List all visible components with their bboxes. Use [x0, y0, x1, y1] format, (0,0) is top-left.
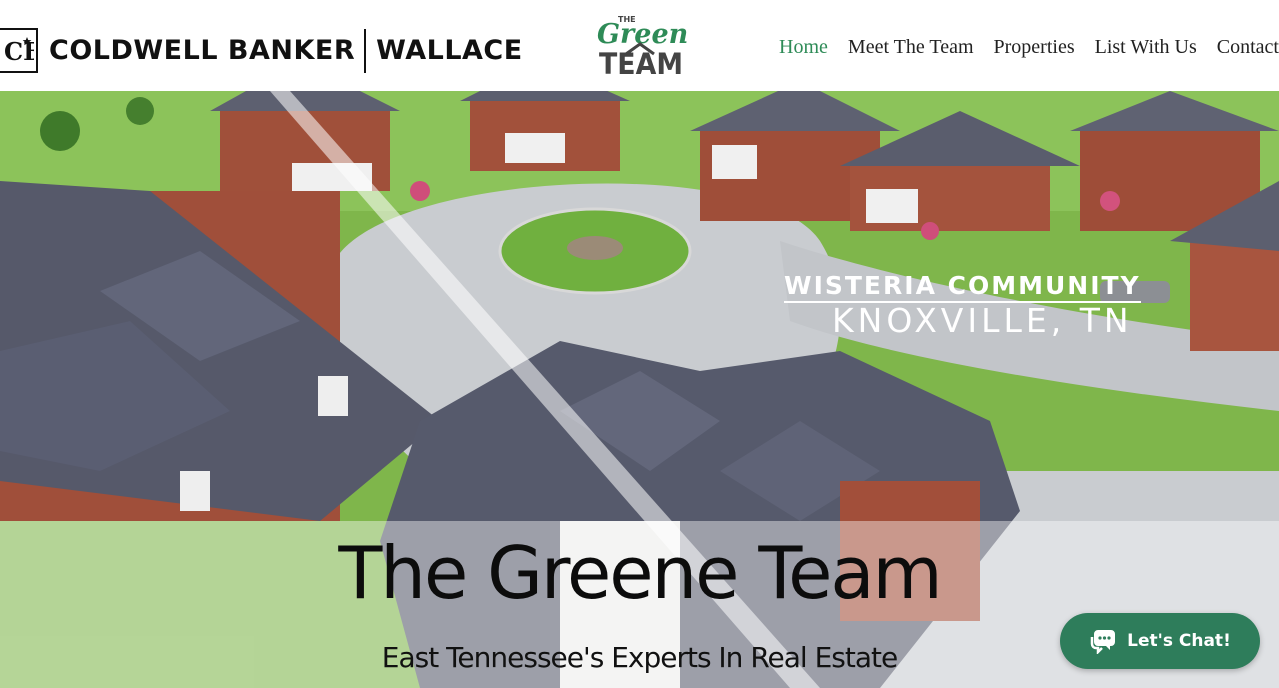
cb-monogram-graphic: CB — [4, 36, 34, 66]
brand-office: WALLACE — [376, 35, 523, 66]
video-caption-community: WISTERIA COMMUNITY — [784, 271, 1141, 303]
cb-monogram-icon: CB — [0, 28, 38, 73]
chat-label: Let's Chat! — [1127, 631, 1231, 651]
svg-text:TEAM: TEAM — [599, 47, 683, 78]
nav-contact[interactable]: Contact — [1217, 36, 1279, 59]
video-caption-location: KNOXVILLE, TN — [832, 301, 1133, 340]
greene-team-logo-graphic: THE Greene TEAM — [597, 15, 705, 81]
nav-properties[interactable]: Properties — [994, 36, 1075, 59]
hero-title: The Greene Team — [338, 531, 942, 615]
main-nav: Home Meet The Team Properties List With … — [779, 36, 1279, 59]
chat-bubbles-icon — [1089, 628, 1117, 654]
hero-video[interactable]: WISTERIA COMMUNITY KNOXVILLE, TN The Gre… — [0, 91, 1279, 688]
brand-name: COLDWELL BANKER — [49, 35, 356, 66]
logo-divider — [364, 28, 367, 73]
chat-bubbles-graphic — [1090, 630, 1116, 654]
video-caption: WISTERIA COMMUNITY KNOXVILLE, TN — [784, 271, 1164, 340]
nav-meet-the-team[interactable]: Meet The Team — [848, 36, 974, 59]
site-header: CB COLDWELL BANKER WALLACE THE Greene TE… — [0, 0, 1279, 91]
lets-chat-button[interactable]: Let's Chat! — [1060, 613, 1260, 669]
nav-home[interactable]: Home — [779, 36, 828, 59]
coldwell-banker-logo[interactable]: CB COLDWELL BANKER WALLACE — [0, 28, 523, 73]
nav-list-with-us[interactable]: List With Us — [1095, 36, 1197, 59]
greene-team-logo[interactable]: THE Greene TEAM — [594, 10, 705, 81]
